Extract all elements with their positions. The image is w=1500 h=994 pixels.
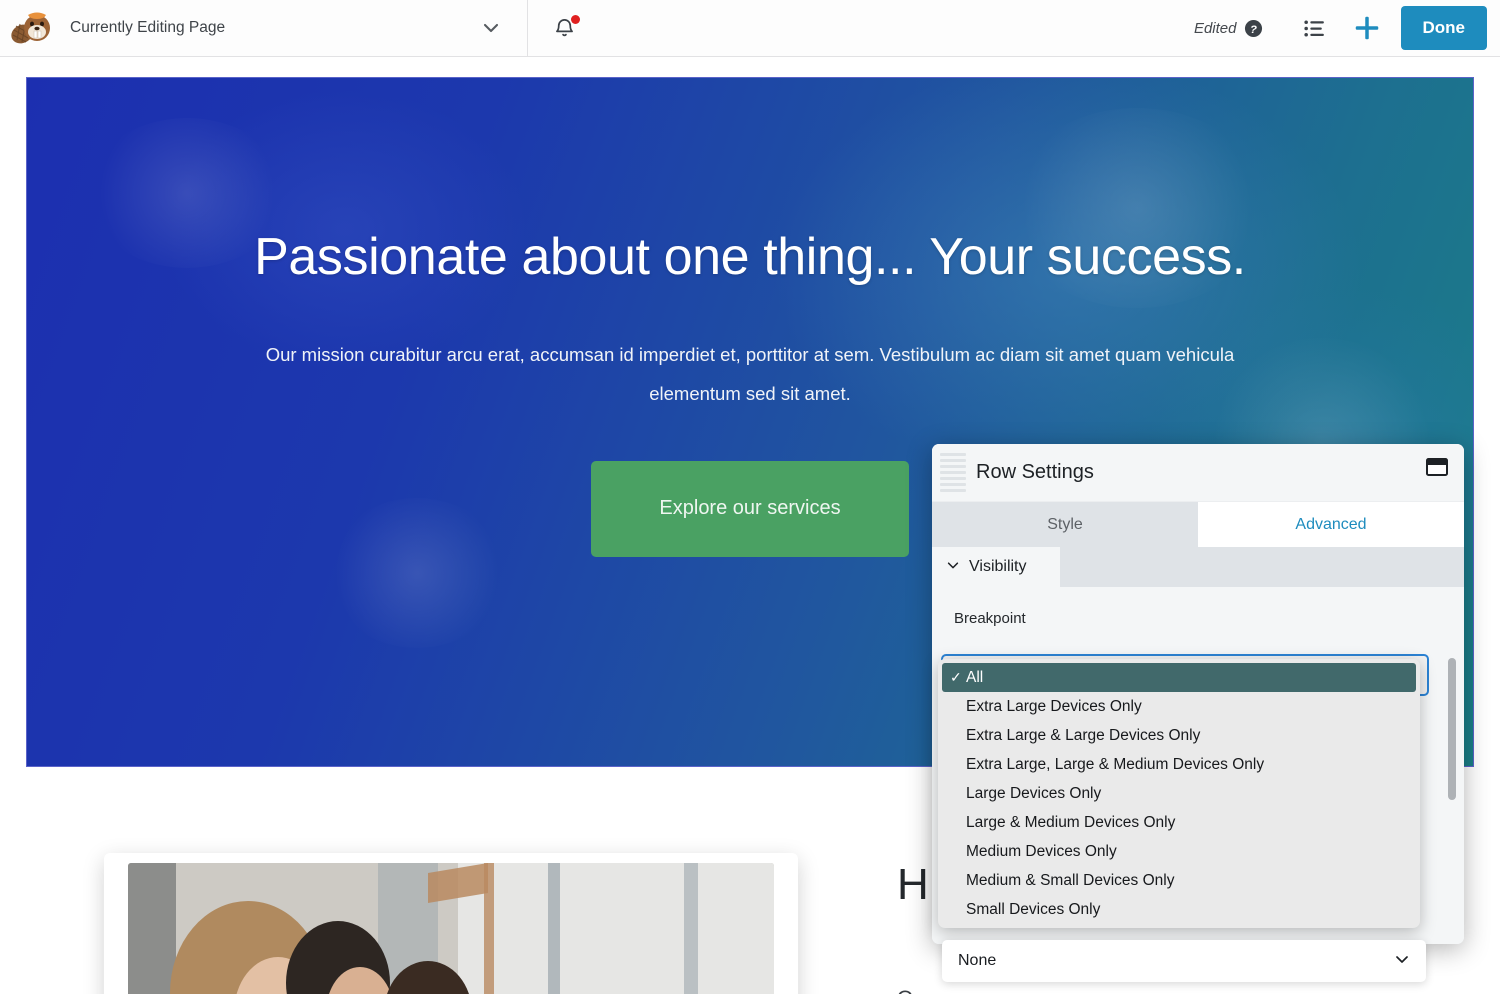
visibility-secondary-select[interactable]: None	[942, 940, 1426, 982]
edited-label: Edited	[1193, 19, 1237, 37]
notification-dot	[571, 14, 580, 24]
outline-panel-button[interactable]	[1289, 6, 1341, 50]
drag-handle-icon[interactable]	[940, 453, 966, 492]
admin-toolbar: Currently Editing Page Edited ? Done	[0, 0, 1500, 57]
breakpoint-option-label: Medium Devices Only	[966, 842, 1117, 860]
breakpoint-option-label: Small Devices Only	[966, 900, 1101, 918]
edited-status: Edited ?	[1194, 19, 1263, 38]
photo-card	[104, 853, 798, 994]
breakpoint-option[interactable]: ✓ All	[942, 663, 1416, 692]
hero-subheading: Our mission curabitur arcu erat, accumsa…	[265, 344, 1235, 405]
breakpoint-option[interactable]: Small Devices Only	[938, 895, 1420, 924]
section-heading-fragment: H	[897, 860, 929, 909]
page-root: Currently Editing Page Edited ? Done Pas…	[0, 0, 1500, 994]
breakpoint-option-label: Extra Large, Large & Medium Devices Only	[966, 755, 1265, 773]
chevron-down-icon	[1394, 951, 1410, 972]
breakpoint-option[interactable]: Large & Medium Devices Only	[938, 808, 1420, 837]
breakpoint-label: Breakpoint	[954, 610, 1026, 627]
breakpoint-option[interactable]: Medium & Small Devices Only	[938, 866, 1420, 895]
breakpoint-option[interactable]: Extra Large & Large Devices Only	[938, 721, 1420, 750]
section-paragraph-fragment: O	[897, 987, 913, 994]
panel-scrollbar[interactable]	[1448, 658, 1456, 800]
breakpoint-option-label: All	[966, 668, 984, 686]
check-icon: ✓	[950, 669, 962, 685]
beaver-logo-icon	[8, 4, 56, 52]
breakpoint-option-label: Large Devices Only	[966, 784, 1102, 802]
chevron-down-icon[interactable]	[481, 18, 501, 38]
panel-tabs: Style Advanced	[932, 502, 1464, 547]
hero-heading: Passionate about one thing... Your succe…	[254, 228, 1246, 286]
breakpoint-option-label: Large & Medium Devices Only	[966, 813, 1176, 831]
section-visibility-toggle[interactable]: Visibility	[932, 547, 1060, 587]
editing-page-menu[interactable]: Currently Editing Page	[0, 0, 528, 57]
help-circle-icon[interactable]: ?	[1244, 19, 1263, 38]
explore-services-button[interactable]: Explore our services	[591, 460, 909, 557]
tab-style[interactable]: Style	[932, 502, 1198, 547]
team-photo	[128, 863, 774, 994]
visibility-secondary-value: None	[958, 952, 997, 969]
section-header-row: Visibility	[932, 547, 1464, 587]
plus-icon	[1355, 16, 1378, 40]
notifications-button[interactable]	[528, 0, 600, 57]
panel-header[interactable]: Row Settings	[932, 444, 1464, 502]
breakpoint-option-label: Extra Large Devices Only	[966, 697, 1142, 715]
add-content-button[interactable]	[1341, 6, 1393, 50]
breakpoint-option-label: Medium & Small Devices Only	[966, 871, 1175, 889]
outline-list-icon	[1304, 19, 1324, 37]
breakpoint-option[interactable]: Large Devices Only	[938, 779, 1420, 808]
chevron-down-icon	[946, 558, 960, 577]
breakpoint-option[interactable]: Medium Devices Only	[938, 837, 1420, 866]
breakpoint-option-label: Extra Large & Large Devices Only	[966, 726, 1201, 744]
tab-advanced[interactable]: Advanced	[1198, 502, 1464, 547]
breakpoint-option[interactable]: Extra Large Devices Only	[938, 692, 1420, 721]
section-visibility-label: Visibility	[969, 558, 1027, 575]
breakpoint-options-list[interactable]: ✓ All Extra Large Devices Only Extra Large …	[938, 659, 1420, 928]
panel-window-icon[interactable]	[1426, 458, 1448, 481]
toolbar-actions: Edited ? Done	[1194, 0, 1500, 57]
panel-title: Row Settings	[976, 461, 1094, 483]
breakpoint-option[interactable]: Extra Large, Large & Medium Devices Only	[938, 750, 1420, 779]
editing-page-title: Currently Editing Page	[70, 19, 226, 36]
done-button[interactable]: Done	[1400, 6, 1487, 50]
svg-text:?: ?	[1250, 23, 1257, 35]
